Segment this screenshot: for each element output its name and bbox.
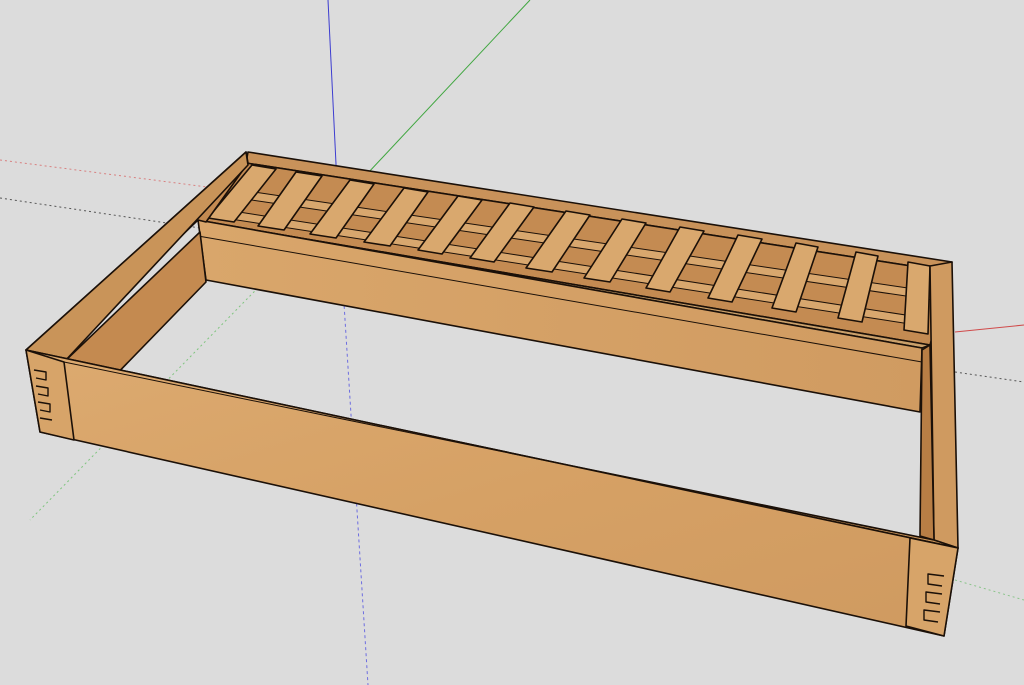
black-axis-line-right xyxy=(954,371,1024,383)
red-axis-line xyxy=(954,324,1024,333)
right-side-top xyxy=(929,261,959,549)
slat xyxy=(903,261,931,335)
green-axis-line-right xyxy=(954,579,1024,601)
sketchup-3d-viewport[interactable] xyxy=(0,0,1024,685)
red-axis-line-dashed xyxy=(0,159,231,191)
model-canvas xyxy=(0,0,1024,685)
tray-model[interactable] xyxy=(25,151,959,637)
